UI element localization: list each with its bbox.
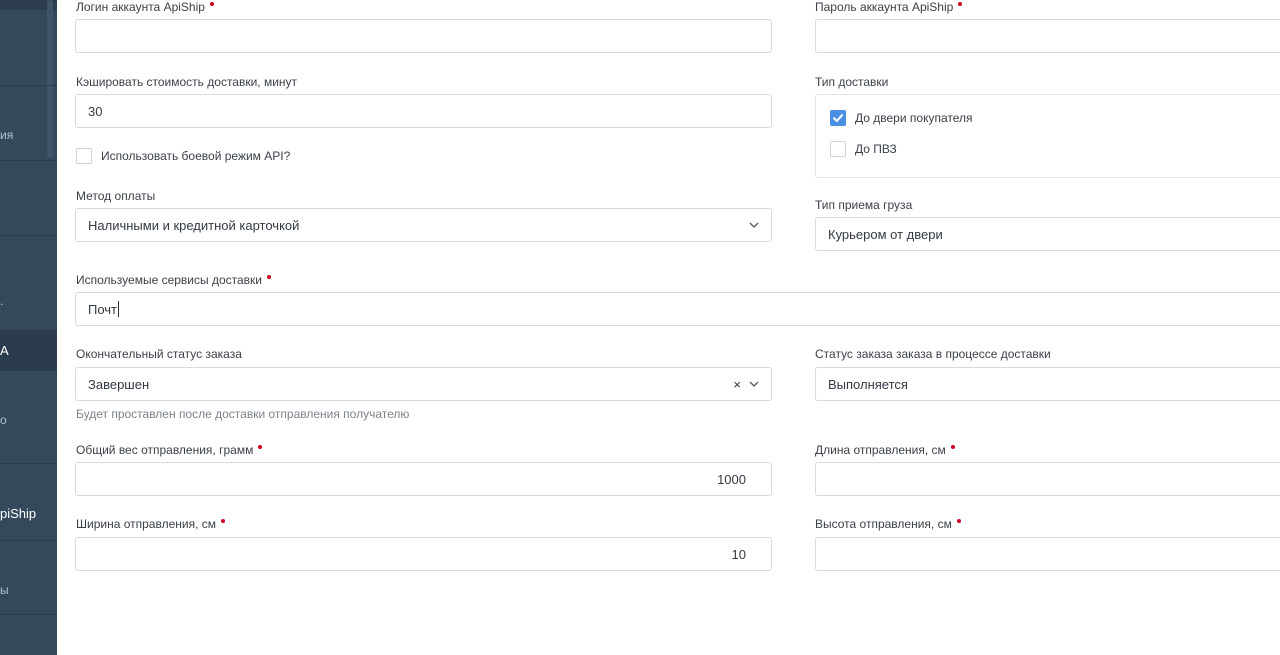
- sidebar-divider: [0, 463, 57, 464]
- services-label-text: Используемые сервисы доставки: [76, 273, 262, 287]
- height-label: Высота отправления, см: [815, 517, 961, 531]
- sidebar-item-2[interactable]: .: [0, 280, 57, 328]
- live-mode-label: Использовать боевой режим API?: [101, 149, 291, 163]
- final-status-value: Завершен: [88, 376, 150, 392]
- services-input[interactable]: Почт: [75, 292, 1280, 326]
- sidebar-divider: [0, 85, 57, 86]
- password-label: Пароль аккаунта ApiShip: [815, 0, 963, 14]
- width-value: 10: [731, 546, 746, 562]
- delivery-door-checkbox[interactable]: [830, 110, 846, 126]
- final-status-hint: Будет проставлен после доставки отправле…: [76, 407, 410, 421]
- login-label: Логин аккаунта ApiShip: [76, 0, 214, 14]
- services-label: Используемые сервисы доставки: [76, 273, 271, 287]
- required-indicator: [209, 2, 214, 6]
- sidebar-item-5[interactable]: ы: [0, 565, 57, 613]
- weight-value: 1000: [717, 471, 746, 487]
- live-mode-checkbox[interactable]: [76, 148, 92, 164]
- payment-value: Наличными и кредитной карточкой: [88, 217, 300, 233]
- sidebar-item-label: о: [0, 413, 7, 427]
- sidebar-item-1[interactable]: ия: [0, 110, 57, 158]
- sidebar-divider: [0, 235, 57, 236]
- length-label-text: Длина отправления, см: [815, 443, 946, 457]
- sidebar: ия . A о piShip ы: [0, 0, 57, 655]
- sidebar-item-active[interactable]: A: [0, 330, 57, 371]
- chevron-down-icon: [749, 379, 759, 389]
- cache-label: Кэшировать стоимость доставки, минут: [76, 75, 298, 89]
- final-status-label: Окончательный статус заказа: [76, 347, 242, 361]
- delivery-pvz-label: До ПВЗ: [855, 142, 897, 156]
- length-label: Длина отправления, см: [815, 443, 955, 457]
- payment-label: Метод оплаты: [76, 189, 156, 203]
- delivery-type-panel: [815, 94, 1280, 178]
- weight-label-text: Общий вес отправления, грамм: [76, 443, 254, 457]
- payment-select[interactable]: Наличными и кредитной карточкой: [75, 208, 772, 242]
- length-input[interactable]: [815, 462, 1280, 496]
- pickup-type-select[interactable]: Курьером от двери: [815, 217, 1280, 251]
- sidebar-item-label: .: [0, 294, 4, 308]
- process-status-select[interactable]: Выполняется: [815, 367, 1280, 401]
- sidebar-divider: [0, 614, 57, 615]
- clear-icon[interactable]: ×: [733, 378, 741, 391]
- final-status-select[interactable]: Завершен ×: [75, 367, 772, 401]
- cache-input[interactable]: 30: [75, 94, 772, 128]
- weight-label: Общий вес отправления, грамм: [76, 443, 263, 457]
- chevron-down-icon: [749, 220, 759, 230]
- sidebar-item-label: A: [0, 343, 9, 358]
- height-label-text: Высота отправления, см: [815, 517, 952, 531]
- delivery-type-label: Тип доставки: [815, 75, 889, 89]
- check-icon: [833, 114, 843, 122]
- required-indicator: [956, 519, 961, 523]
- services-value: Почт: [88, 301, 118, 317]
- process-status-value: Выполняется: [828, 376, 908, 392]
- required-indicator: [258, 445, 263, 449]
- weight-input[interactable]: 1000: [75, 462, 772, 496]
- sidebar-item-label: piShip: [0, 506, 37, 521]
- delivery-pvz-checkbox[interactable]: [830, 141, 846, 157]
- sidebar-item-apiship[interactable]: piShip: [0, 490, 57, 538]
- pickup-type-value: Курьером от двери: [828, 226, 943, 242]
- required-indicator: [958, 2, 963, 6]
- delivery-door-label: До двери покупателя: [855, 111, 973, 125]
- sidebar-divider: [0, 160, 57, 161]
- required-indicator: [221, 519, 225, 523]
- login-label-text: Логин аккаунта ApiShip: [76, 0, 205, 14]
- cache-value: 30: [88, 103, 103, 119]
- sidebar-item-label: ия: [0, 128, 14, 142]
- width-label: Ширина отправления, см: [76, 517, 225, 531]
- width-input[interactable]: 10: [75, 537, 772, 571]
- text-caret: [118, 301, 120, 317]
- height-input[interactable]: [815, 537, 1280, 571]
- login-input[interactable]: [75, 19, 772, 53]
- pickup-type-label: Тип приема груза: [815, 198, 913, 212]
- password-label-text: Пароль аккаунта ApiShip: [815, 0, 954, 14]
- required-indicator: [950, 445, 955, 449]
- sidebar-divider: [0, 540, 57, 541]
- sidebar-item-3[interactable]: о: [0, 395, 57, 443]
- password-input[interactable]: [815, 19, 1280, 53]
- process-status-label: Статус заказа заказа в процессе доставки: [815, 347, 1051, 361]
- width-label-text: Ширина отправления, см: [76, 517, 216, 531]
- required-indicator: [267, 275, 271, 279]
- sidebar-item-label: ы: [0, 583, 9, 597]
